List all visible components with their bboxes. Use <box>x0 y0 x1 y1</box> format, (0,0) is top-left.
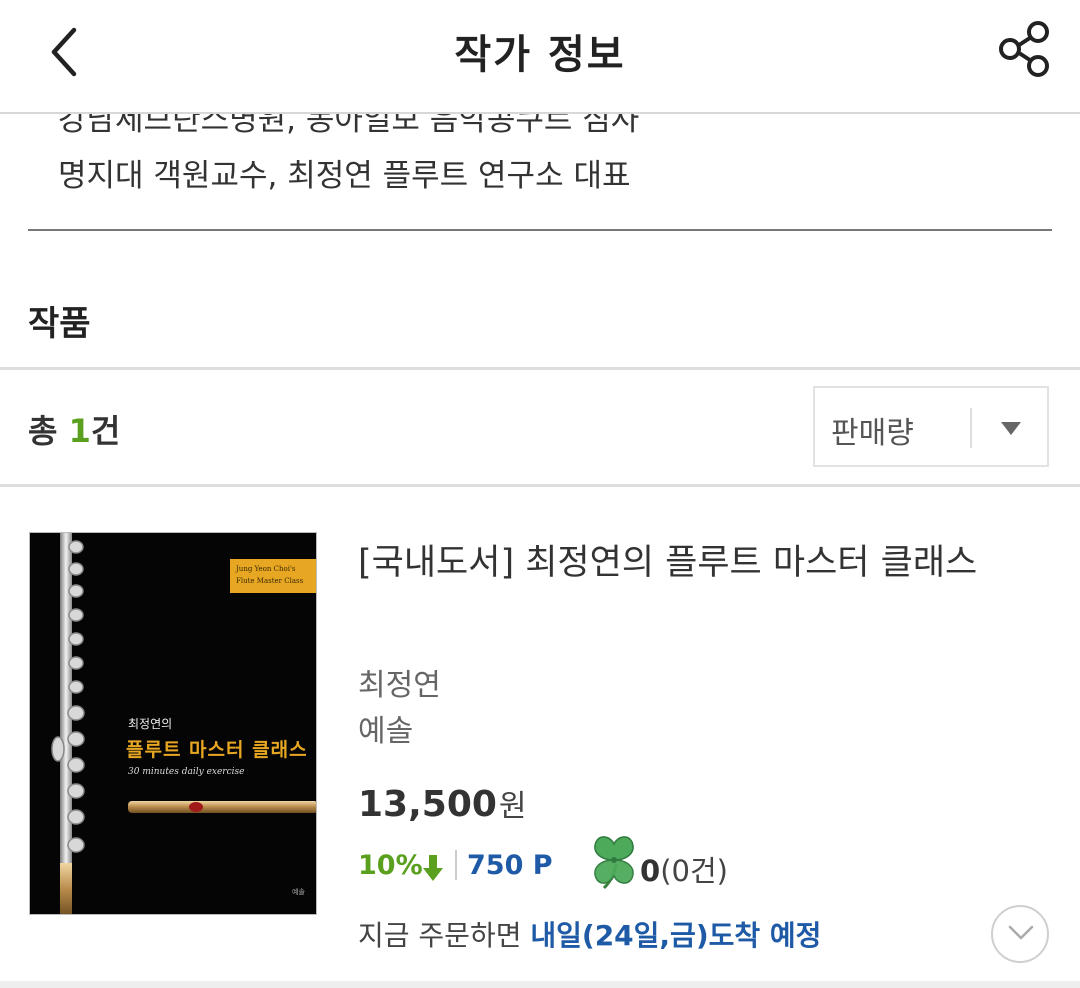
delivery-prefix: 지금 주문하면 <box>358 919 531 952</box>
sort-separator <box>970 408 972 448</box>
divider <box>28 229 1052 231</box>
cover-subtitle: 30 minutes daily exercise <box>128 767 245 777</box>
clover-rating: 0(0건) <box>640 848 728 890</box>
sort-dropdown[interactable]: 판매량 <box>813 386 1049 467</box>
divider <box>0 367 1080 370</box>
cover-band-text: Jung Yeon Choi's Flute Master Class <box>236 563 303 587</box>
clover-review-count: (0건) <box>660 854 728 888</box>
clover-score: 0 <box>640 854 661 888</box>
count-suffix: 건 <box>90 412 121 450</box>
cover-main-title: 플루트 마스터 클래스 <box>126 739 308 761</box>
discount-rate: 10% <box>358 850 423 881</box>
reward-points: 750 P <box>467 850 553 881</box>
book-publisher[interactable]: 예솔 <box>358 706 413 750</box>
delivery-info: 지금 주문하면 내일(24일,금)도착 예정 <box>358 914 821 954</box>
book-price: 13,500원 <box>358 781 527 825</box>
cover-publisher-mark: 예솔 <box>292 888 305 896</box>
price-value: 13,500 <box>358 784 497 825</box>
expand-button[interactable] <box>991 905 1049 963</box>
delivery-date: 내일(24일,금)도착 예정 <box>530 919 822 952</box>
top-app-bar: 작가 정보 <box>0 0 1080 114</box>
share-button[interactable] <box>996 20 1054 78</box>
cover-band-line1: Jung Yeon Choi's <box>236 565 296 573</box>
arrow-down-icon <box>423 855 443 881</box>
divider <box>0 484 1080 487</box>
separator <box>455 850 457 880</box>
works-count: 총 1건 <box>28 406 120 452</box>
author-bio-line-clipped: 강남세브란스병원, 동아일보 음악콩쿠르 심사 <box>58 112 640 138</box>
page-title: 작가 정보 <box>454 32 626 78</box>
chevron-down-circle-icon <box>1008 925 1034 940</box>
caret-down-icon <box>1001 422 1021 435</box>
author-bio: 강남세브란스병원, 동아일보 음악콩쿠르 심사 명지대 객원교수, 최정연 플루… <box>0 112 1080 232</box>
works-section-title: 작품 <box>28 304 91 344</box>
share-icon <box>999 21 1049 77</box>
cover-small-title: 최정연의 <box>128 717 173 731</box>
price-unit: 원 <box>498 789 527 824</box>
clover-icon <box>594 836 634 890</box>
divider <box>0 981 1080 988</box>
book-title-link[interactable]: [국내도서] 최정연의 플루트 마스터 클래스 <box>358 534 977 585</box>
cover-band-line2: Flute Master Class <box>236 577 304 585</box>
sort-selected-label: 판매량 <box>831 416 914 451</box>
count-prefix: 총 <box>28 412 69 450</box>
book-cover-image[interactable]: Jung Yeon Choi's Flute Master Class 최정연의 … <box>29 532 317 915</box>
count-value: 1 <box>68 412 91 450</box>
book-author[interactable]: 최정연 <box>358 660 441 704</box>
author-bio-line: 명지대 객원교수, 최정연 플루트 연구소 대표 <box>58 158 631 194</box>
